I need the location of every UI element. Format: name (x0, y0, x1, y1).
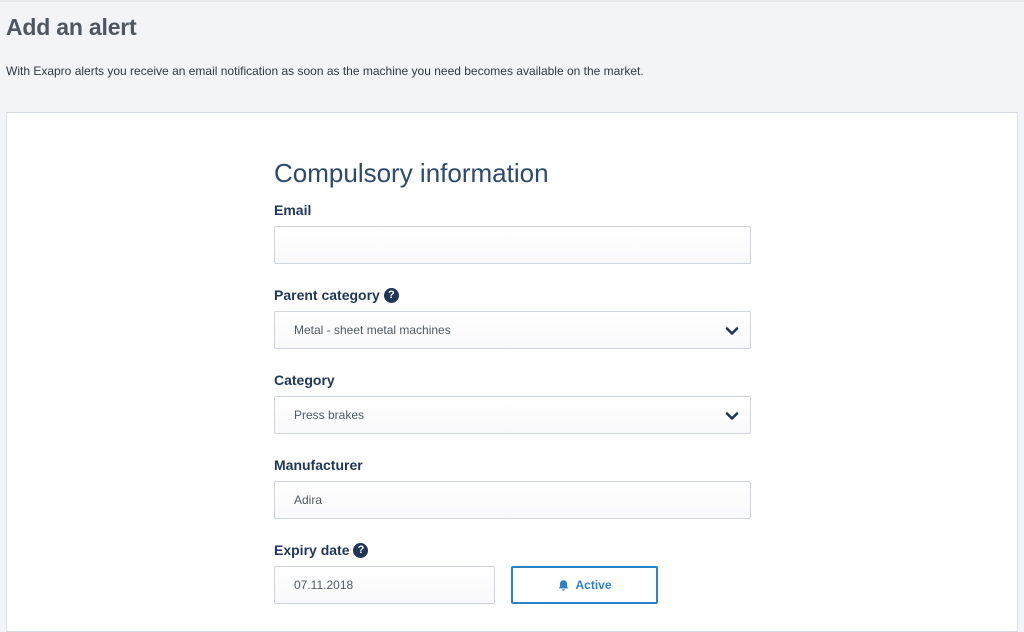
email-input[interactable] (294, 227, 750, 263)
email-label: Email (274, 202, 311, 218)
active-status-button[interactable]: Active (511, 566, 658, 604)
expiry-date-label-text: Expiry date (274, 542, 350, 558)
page-intro: With Exapro alerts you receive an email … (6, 64, 644, 78)
category-label-text: Category (274, 372, 335, 388)
section-title: Compulsory information (274, 158, 549, 188)
manufacturer-label-text: Manufacturer (274, 457, 363, 473)
expiry-date-field[interactable]: 07.11.2018 (274, 566, 495, 604)
category-select[interactable]: Press brakes (274, 396, 751, 434)
email-label-text: Email (274, 202, 312, 218)
active-status-label: Active (575, 578, 612, 592)
expiry-date-value: 07.11.2018 (294, 578, 354, 592)
parent-category-label: Parent category ? (274, 287, 399, 303)
help-icon[interactable]: ? (383, 287, 399, 303)
expiry-date-label: Expiry date ? (274, 542, 369, 558)
page-title: Add an alert (6, 14, 137, 40)
bell-icon (559, 579, 569, 591)
chevron-down-icon (725, 327, 739, 335)
manufacturer-label: Manufacturer (274, 457, 363, 473)
chevron-down-icon (725, 412, 739, 420)
category-label: Category (274, 372, 335, 388)
parent-category-label-text: Parent category (274, 287, 380, 303)
alert-form-card: Compulsory information Email Parent cate… (6, 112, 1018, 632)
parent-category-value: Metal - sheet metal machines (294, 323, 451, 337)
email-field[interactable] (274, 226, 751, 264)
top-divider (0, 0, 1024, 2)
parent-category-select[interactable]: Metal - sheet metal machines (274, 311, 751, 349)
category-value: Press brakes (294, 408, 365, 422)
help-icon[interactable]: ? (353, 542, 369, 558)
manufacturer-field[interactable]: Adira (274, 481, 751, 519)
manufacturer-value: Adira (294, 493, 323, 507)
